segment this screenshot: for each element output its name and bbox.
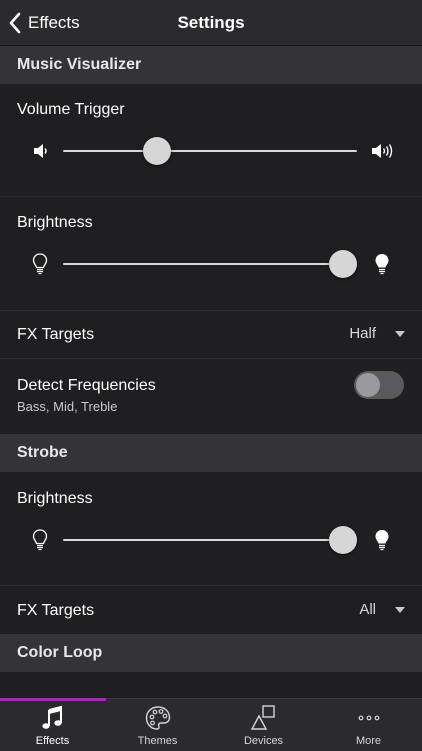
volume-trigger-slider-thumb[interactable] (142, 137, 171, 165)
tab-effects-label: Effects (35, 735, 70, 747)
tab-effects[interactable]: Effects (0, 699, 105, 751)
bulb-outline-icon (30, 253, 50, 275)
bulb-outline-icon (30, 529, 50, 551)
back-button-label: Effects (28, 12, 80, 32)
divider (0, 358, 422, 359)
ellipsis-icon (358, 715, 379, 721)
mv-brightness-slider-thumb[interactable] (329, 250, 357, 278)
mv-fx-targets-label: FX Targets (17, 326, 95, 343)
divider (0, 196, 422, 197)
tab-devices[interactable]: Devices (211, 699, 316, 751)
divider (0, 310, 422, 311)
mv-brightness-label: Brightness (17, 214, 93, 231)
detect-frequencies-toggle[interactable] (354, 371, 404, 399)
mv-brightness-slider-track[interactable] (63, 263, 357, 265)
divider (0, 585, 422, 586)
music-note-icon (41, 705, 62, 729)
strobe-brightness-label: Brightness (17, 490, 93, 507)
volume-high-icon (370, 140, 394, 162)
tab-more[interactable]: More (316, 699, 421, 751)
section-header-color-loop: Color Loop (0, 634, 422, 672)
tab-more-label: More (355, 735, 382, 747)
volume-trigger-label: Volume Trigger (17, 101, 125, 118)
caret-down-icon (395, 606, 405, 613)
strobe-brightness-slider-track[interactable] (63, 539, 357, 541)
volume-low-icon (30, 140, 50, 162)
volume-trigger-slider-track[interactable] (63, 150, 357, 152)
detect-frequencies-label: Detect Frequencies (17, 377, 156, 394)
chevron-left-icon (9, 12, 21, 33)
bulb-filled-icon (372, 253, 392, 275)
section-header-strobe: Strobe (0, 434, 422, 472)
bulb-filled-icon (372, 529, 392, 551)
tab-devices-label: Devices (243, 735, 284, 747)
tab-themes-label: Themes (137, 735, 178, 747)
section-header-music-visualizer: Music Visualizer (0, 46, 422, 84)
palette-icon (145, 706, 170, 730)
caret-down-icon (395, 330, 405, 337)
tab-themes[interactable]: Themes (105, 699, 210, 751)
mv-fx-targets-dropdown[interactable]: Half (349, 325, 405, 342)
strobe-brightness-slider-thumb[interactable] (329, 526, 357, 554)
detect-frequencies-sublabel: Bass, Mid, Treble (17, 399, 118, 414)
mv-fx-targets-value: Half (349, 325, 376, 342)
back-button[interactable]: Effects (8, 0, 80, 45)
tab-bar: Effects Themes Devices More (0, 698, 422, 751)
shapes-icon (250, 705, 275, 730)
strobe-fx-targets-label: FX Targets (17, 602, 95, 619)
strobe-fx-targets-dropdown[interactable]: All (359, 601, 405, 618)
navigation-bar: Effects Settings (0, 0, 422, 46)
strobe-fx-targets-value: All (359, 601, 376, 618)
toggle-knob (356, 373, 380, 397)
